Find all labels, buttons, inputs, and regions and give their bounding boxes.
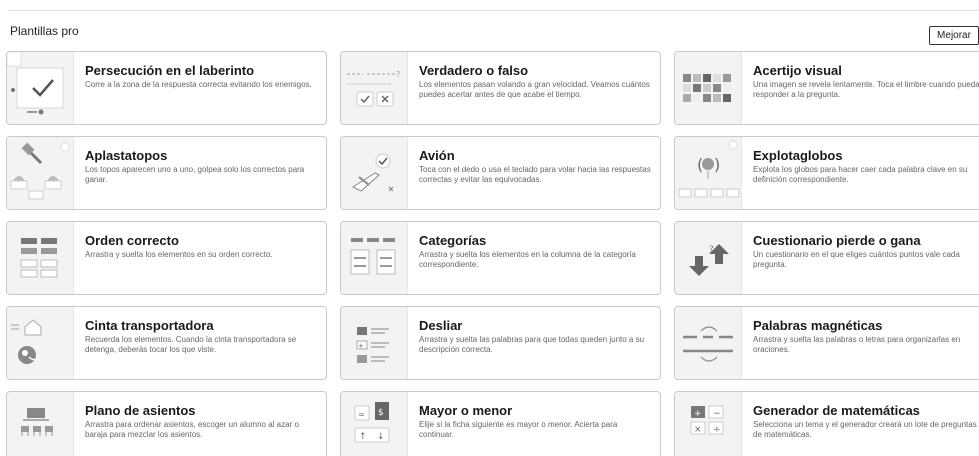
template-card-higher-lower[interactable]: = $ ↑ ↓ Mayor o menor Elije si la ficha …	[340, 391, 661, 456]
top-divider	[8, 10, 979, 11]
template-title: Categorías	[419, 233, 487, 248]
template-card-seating-plan[interactable]: Plano de asientos Arrastra para ordenar …	[6, 391, 327, 456]
seating-plan-icon	[7, 392, 74, 456]
template-title: Persecución en el laberinto	[85, 63, 255, 78]
template-title: Cuestionario pierde o gana	[753, 233, 921, 248]
template-title: Plano de asientos	[85, 403, 196, 418]
template-card-image-reveal[interactable]: Acertijo visual Una imagen se revela len…	[674, 51, 979, 125]
svg-text:?: ?	[396, 70, 400, 79]
template-card-group-sort[interactable]: Categorías Arrastra y suelta los element…	[340, 221, 661, 295]
section-title: Plantillas pro	[10, 24, 79, 38]
template-title: Acertijo visual	[753, 63, 842, 78]
svg-text:÷: ÷	[713, 425, 721, 435]
template-card-rank-order[interactable]: Orden correcto Arrastra y suelta los ele…	[6, 221, 327, 295]
template-card-math-generator[interactable]: + − × ÷ Generador de matemáticas Selecci…	[674, 391, 979, 456]
template-title: Cinta transportadora	[85, 318, 214, 333]
template-title: Aplastatopos	[85, 148, 168, 163]
template-description: Explota los globos para hacer caer cada …	[753, 165, 968, 184]
maze-chase-icon	[7, 52, 74, 124]
template-title: Verdadero o falso	[419, 63, 529, 78]
template-description: Arrastra y suelta los elementos en la co…	[419, 250, 637, 269]
higher-lower-icon: = $ ↑ ↓	[341, 392, 408, 456]
unjumble-icon: +	[341, 307, 408, 379]
template-description: Recuerda los elementos. Cuando la cinta …	[85, 335, 297, 354]
template-title: Generador de matemáticas	[753, 403, 920, 418]
word-magnets-icon	[675, 307, 742, 379]
template-description: Una imagen se revela lentamente. Toca el…	[753, 80, 979, 99]
template-card-win-lose-quiz[interactable]: ? Cuestionario pierde o gana Un cuestion…	[674, 221, 979, 295]
template-description: Los topos aparecen uno a uno, golpea sol…	[85, 165, 305, 184]
win-lose-quiz-icon: ?	[675, 222, 742, 294]
true-false-icon: ?	[341, 52, 408, 124]
svg-text:$: $	[378, 408, 384, 418]
whack-a-mole-icon	[7, 137, 74, 209]
template-description: Arrastra y suelta las palabras para que …	[419, 335, 645, 354]
template-title: Explotaglobos	[753, 148, 843, 163]
svg-text:↓: ↓	[377, 432, 385, 442]
templates-page: Plantillas pro Mejorar Persecución en el…	[0, 0, 979, 456]
template-card-whack-a-mole[interactable]: Aplastatopos Los topos aparecen uno a un…	[6, 136, 327, 210]
template-card-airplane[interactable]: Avión Toca con el dedo o usa el teclado …	[340, 136, 661, 210]
template-description: Los elementos pasan volando a gran veloc…	[419, 80, 650, 99]
template-card-maze-chase[interactable]: Persecución en el laberinto Corre a la z…	[6, 51, 327, 125]
template-title: Mayor o menor	[419, 403, 513, 418]
template-title: Palabras magnéticas	[753, 318, 883, 333]
template-description: Toca con el dedo o usa el teclado para v…	[419, 165, 651, 184]
svg-text:): )	[714, 155, 720, 174]
template-card-balloon-pop[interactable]: ( ) Explotaglobos Explota los globos par…	[674, 136, 979, 210]
image-reveal-icon	[675, 52, 742, 124]
template-card-true-false[interactable]: ? Verdadero o falso Los elementos pasan …	[340, 51, 661, 125]
template-description: Un cuestionario en el que eliges cuántos…	[753, 250, 960, 269]
svg-text:↑: ↑	[359, 432, 367, 442]
template-description: Arrastra y suelta las palabras o letras …	[753, 335, 961, 354]
template-description: Corre a la zona de la respuesta correcta…	[85, 80, 312, 89]
upgrade-button[interactable]: Mejorar	[929, 26, 979, 45]
math-generator-icon: + − × ÷	[675, 392, 742, 456]
rank-order-icon	[7, 222, 74, 294]
template-description: Arrastra para ordenar asientos, escoger …	[85, 420, 299, 439]
template-description: Elije si la ficha siguiente es mayor o m…	[419, 420, 618, 439]
template-description: Arrastra y suelta los elementos en su or…	[85, 250, 273, 259]
balloon-pop-icon: ( )	[675, 137, 742, 209]
airplane-icon	[341, 137, 408, 209]
svg-text:+: +	[694, 409, 702, 419]
group-sort-icon	[341, 222, 408, 294]
template-card-unjumble[interactable]: + Desliar Arrastra y suelta las palabras…	[340, 306, 661, 380]
template-title: Orden correcto	[85, 233, 179, 248]
template-card-word-magnets[interactable]: Palabras magnéticas Arrastra y suelta la…	[674, 306, 979, 380]
template-card-conveyor-belt[interactable]: Cinta transportadora Recuerda los elemen…	[6, 306, 327, 380]
conveyor-belt-icon	[7, 307, 74, 379]
svg-text:+: +	[358, 342, 364, 350]
template-title: Desliar	[419, 318, 463, 333]
svg-text:=: =	[358, 410, 365, 419]
template-description: Selecciona un tema y el generador creará…	[753, 420, 977, 439]
template-grid: Persecución en el laberinto Corre a la z…	[6, 51, 979, 456]
template-title: Avión	[419, 148, 455, 163]
svg-text:−: −	[713, 409, 721, 419]
svg-text:×: ×	[694, 425, 702, 435]
